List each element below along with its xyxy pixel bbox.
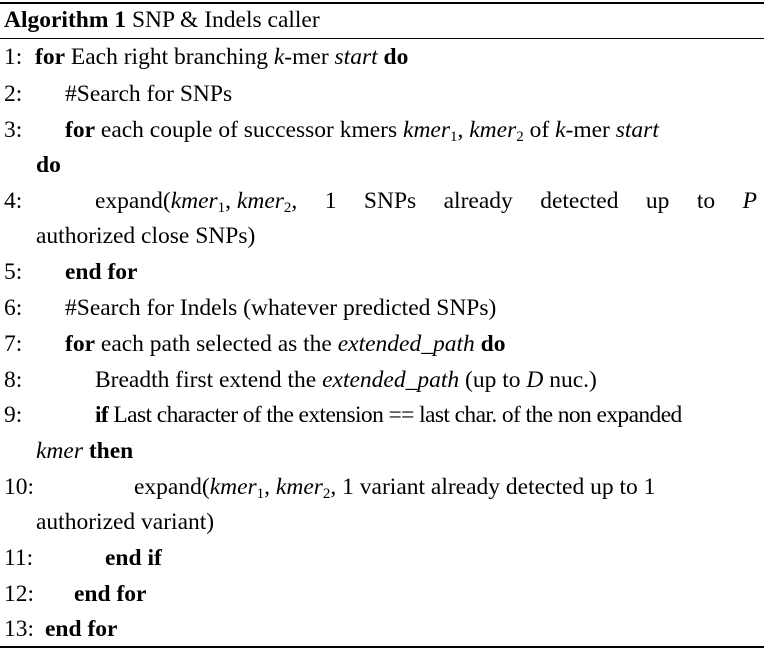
line-number: 7: (4, 331, 23, 357)
line-content: expand(kmer1, kmer2, 1 SNPs already dete… (95, 186, 757, 216)
math-kmer: kmer (236, 188, 284, 214)
line-content: #Search for Indels (whatever predicted S… (65, 295, 497, 321)
math-d: D (526, 367, 544, 393)
algorithm-name: SNP & Indels caller (131, 7, 320, 33)
bottom-rule (0, 646, 764, 648)
line-word: detected (540, 188, 619, 214)
keyword-for: for (65, 331, 96, 357)
math-p: P (742, 188, 757, 214)
line-content: if Last character of the extension == la… (95, 400, 682, 430)
line-content: expand(kmer1, kmer2, 1 variant already d… (134, 472, 655, 502)
keyword-end-if: end if (105, 545, 162, 571)
algorithm-title: Algorithm 1 SNP & Indels caller (4, 6, 320, 34)
math-kmer: kmer (469, 117, 517, 143)
keyword-end-for: end for (65, 259, 138, 285)
subscript: 1 (450, 129, 458, 145)
line-text: Breadth first extend the (95, 367, 323, 393)
line-number: 1: (4, 44, 23, 70)
header-rule (0, 38, 764, 39)
math-k: k (273, 44, 285, 70)
line-number: 5: (4, 259, 23, 285)
line-word: 1 (324, 188, 337, 214)
top-rule (0, 2, 764, 4)
line-number: 2: (4, 81, 23, 107)
algorithm-line-4: 4: expand(kmer1, kmer2, 1 SNPs already d… (0, 186, 764, 216)
line-number: 12: (4, 581, 35, 607)
line-text: each couple of successor kmers (95, 117, 404, 143)
line-text: -mer (565, 117, 616, 143)
line-text: , (264, 474, 276, 500)
keyword-then: then (82, 438, 134, 464)
keyword-do: do (474, 331, 506, 357)
line-word: up (645, 188, 670, 214)
math-k: k (555, 117, 566, 143)
keyword-for: for (65, 117, 96, 143)
algorithm-line-9-continuation: kmer then (36, 436, 133, 466)
line-text: (up to (459, 367, 527, 393)
line-text: Last character of the extension == last … (108, 402, 682, 428)
line-number: 10: (4, 474, 35, 500)
algorithm-line-4-continuation: authorized close SNPs) (36, 223, 256, 249)
line-word: already (443, 188, 513, 214)
line-text: , (291, 188, 298, 214)
keyword-for: for (35, 44, 66, 70)
subscript: 2 (516, 129, 524, 145)
algorithm-line-10-continuation: authorized variant) (36, 509, 215, 535)
line-content: for each couple of successor kmers kmer1… (65, 115, 659, 145)
line-text: , 1 variant already detected up to 1 (330, 474, 656, 500)
line-content: Breadth first extend the extended_path (… (95, 365, 597, 395)
line-text: expand( (95, 188, 171, 214)
line-text: expand( (134, 474, 210, 500)
line-text: -mer (284, 44, 335, 70)
line-word: to (696, 188, 716, 214)
line-number: 3: (4, 117, 23, 143)
line-content: for Each right branching k-mer start do (35, 42, 408, 72)
line-text: nuc.) (543, 367, 597, 393)
math-extended-path: extended_path (322, 367, 460, 393)
line-number: 6: (4, 295, 23, 321)
keyword-end-for: end for (74, 581, 147, 607)
keyword-do: do (377, 44, 409, 70)
var-start: start (615, 117, 659, 143)
keyword-end-for: end for (45, 616, 118, 642)
line-text: each path selected as the (95, 331, 338, 357)
line-content: #Search for SNPs (65, 81, 233, 107)
line-content: for each path selected as the extended_p… (65, 329, 505, 359)
algorithm-line-3-continuation: do (36, 150, 61, 180)
math-kmer: kmer (275, 474, 323, 500)
algorithm-label: Algorithm 1 (4, 7, 127, 33)
var-start: start (334, 44, 378, 70)
line-number: 13: (4, 616, 35, 642)
line-text: , (225, 188, 237, 214)
keyword-if: if (95, 402, 109, 428)
keyword-do: do (36, 152, 61, 178)
math-kmer: kmer (209, 474, 257, 500)
math-extended-path: extended_path (337, 331, 475, 357)
line-text: of (523, 117, 556, 143)
line-number: 4: (4, 188, 23, 214)
line-word: SNPs (363, 188, 417, 214)
math-kmer: kmer (170, 188, 218, 214)
math-kmer: kmer (403, 117, 450, 143)
line-text: Each right branching (65, 44, 274, 70)
expand-call: expand(kmer1, kmer2, (95, 186, 297, 216)
line-number: 8: (4, 367, 23, 393)
line-number: 11: (4, 545, 34, 571)
line-text: , (457, 117, 470, 143)
line-number: 9: (4, 402, 23, 428)
algorithm-block: Algorithm 1 SNP & Indels caller 1: for E… (0, 0, 764, 651)
math-kmer: kmer (36, 438, 83, 464)
algorithm-line-3: 3: for each couple of successor kmers km… (0, 115, 764, 145)
